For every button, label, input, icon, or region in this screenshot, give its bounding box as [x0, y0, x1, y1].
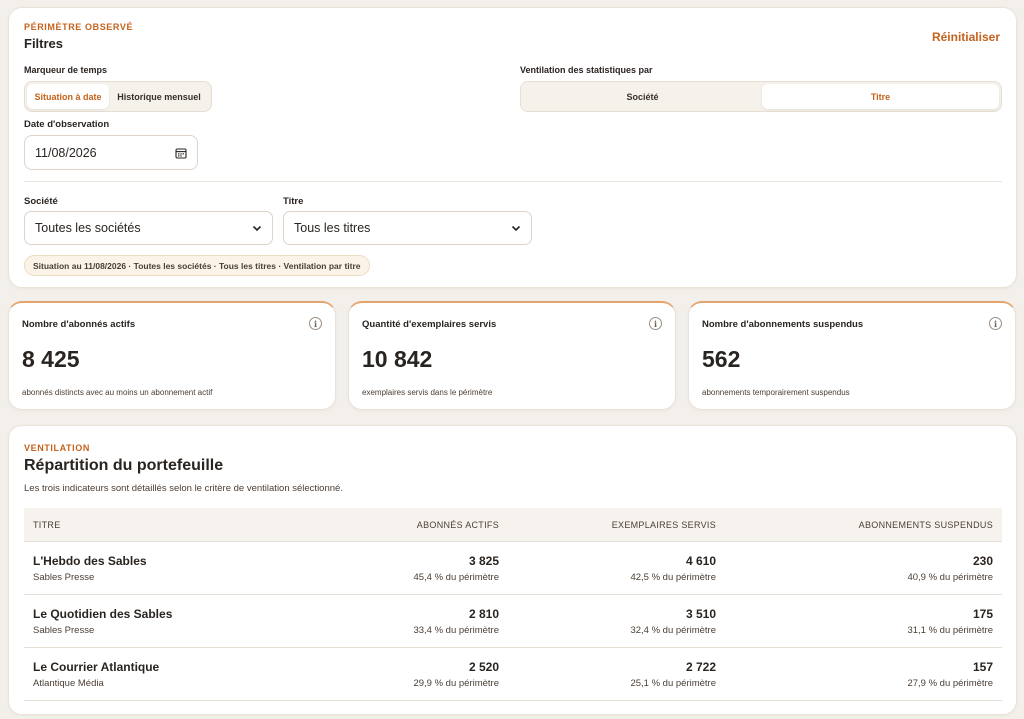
info-icon[interactable]: i [989, 317, 1002, 330]
breakdown-description: Les trois indicateurs sont détaillés sel… [24, 483, 343, 494]
filters-divider [24, 181, 1002, 182]
row-suspended-pct: 27,9 % du périmètre [907, 678, 993, 689]
kpi-subtitle: abonnements temporairement suspendus [702, 388, 850, 397]
row-suspended-value: 175 [972, 607, 993, 621]
row-suspended-value: 230 [972, 554, 993, 568]
kpi-subtitle: exemplaires servis dans le périmètre [362, 388, 493, 397]
time-marker-label: Marqueur de temps [24, 65, 108, 75]
breakdown-card: VENTILATION Répartition du portefeuille … [8, 425, 1017, 715]
column-header-copies[interactable]: EXEMPLAIRES SERVIS [612, 520, 716, 530]
table-row[interactable]: L'Hebdo des Sables Sables Presse 3 825 4… [24, 542, 1002, 595]
row-copies-pct: 42,5 % du périmètre [630, 572, 716, 583]
filters-title: Filtres [24, 36, 64, 51]
title-filter-select-value: Tous les titres [294, 221, 371, 235]
row-title-name: Le Quotidien des Sables [33, 607, 173, 621]
column-header-suspended[interactable]: ABONNEMENTS SUSPENDUS [859, 520, 993, 530]
kpi-card-suspended-subscriptions: Nombre d'abonnements suspendus i 562 abo… [688, 301, 1016, 410]
info-icon[interactable]: i [649, 317, 662, 330]
row-company: Atlantique Média [33, 678, 104, 689]
kpi-subtitle: abonnés distincts avec au moins un abonn… [22, 388, 213, 397]
observation-date-input[interactable]: 11/08/2026 [24, 135, 198, 170]
table-header: TITRE ABONNÉS ACTIFS EXEMPLAIRES SERVIS … [24, 508, 1002, 542]
title-filter-select[interactable]: Tous les titres [283, 211, 532, 245]
title-filter-label: Titre [283, 196, 304, 207]
breakdown-option-title[interactable]: Titre [762, 84, 999, 109]
breakdown-title: Répartition du portefeuille [24, 457, 224, 474]
filters-eyebrow: PÉRIMÈTRE OBSERVÉ [24, 22, 134, 32]
kpi-title: Quantité d'exemplaires servis [362, 319, 497, 330]
row-suspended-value: 157 [972, 660, 993, 674]
row-company: Sables Presse [33, 572, 95, 583]
row-company: Sables Presse [33, 625, 95, 636]
kpi-card-copies-served: Quantité d'exemplaires servis i 10 842 e… [348, 301, 676, 410]
breakdown-eyebrow: VENTILATION [24, 443, 90, 453]
row-title-name: Le Courrier Atlantique [33, 660, 160, 674]
breakdown-by-label: Ventilation des statistiques par [520, 65, 653, 75]
row-copies-value: 3 510 [685, 607, 716, 621]
row-copies-pct: 25,1 % du périmètre [630, 678, 716, 689]
row-suspended-pct: 31,1 % du périmètre [907, 625, 993, 636]
row-active-value: 3 825 [468, 554, 499, 568]
column-header-active[interactable]: ABONNÉS ACTIFS [417, 520, 499, 530]
row-suspended-pct: 40,9 % du périmètre [907, 572, 993, 583]
kpi-value: 562 [702, 346, 741, 372]
column-header-title[interactable]: TITRE [33, 520, 61, 530]
kpi-title: Nombre d'abonnements suspendus [702, 319, 864, 330]
kpi-value: 10 842 [362, 346, 433, 372]
time-marker-toggle: Situation à date Historique mensuel [24, 81, 212, 112]
company-label: Société [24, 196, 58, 207]
info-icon[interactable]: i [309, 317, 322, 330]
calendar-icon[interactable] [175, 147, 187, 159]
row-title-name: L'Hebdo des Sables [33, 554, 147, 568]
company-select[interactable]: Toutes les sociétés [24, 211, 273, 245]
row-copies-value: 2 722 [685, 660, 716, 674]
row-active-pct: 29,9 % du périmètre [413, 678, 499, 689]
time-marker-option-history[interactable]: Historique mensuel [109, 84, 209, 109]
chevron-down-icon [252, 225, 262, 232]
observation-date-value: 11/08/2026 [35, 145, 97, 160]
table-row[interactable]: Le Quotidien des Sables Sables Presse 2 … [24, 595, 1002, 648]
chevron-down-icon [511, 225, 521, 232]
kpi-card-active-subscribers: Nombre d'abonnés actifs i 8 425 abonnés … [8, 301, 336, 410]
kpi-title: Nombre d'abonnés actifs [22, 319, 136, 330]
table-row[interactable]: Le Courrier Atlantique Atlantique Média … [24, 648, 1002, 701]
filter-summary-badge: Situation au 11/08/2026 · Toutes les soc… [24, 255, 370, 276]
row-active-pct: 45,4 % du périmètre [413, 572, 499, 583]
breakdown-by-toggle: Société Titre [520, 81, 1002, 112]
row-active-value: 2 810 [468, 607, 499, 621]
reset-button[interactable]: Réinitialiser [932, 30, 1000, 44]
breakdown-option-company[interactable]: Société [523, 84, 762, 109]
row-copies-value: 4 610 [685, 554, 716, 568]
row-copies-pct: 32,4 % du périmètre [630, 625, 716, 636]
kpi-value: 8 425 [22, 346, 80, 372]
row-active-value: 2 520 [468, 660, 499, 674]
filters-card: PÉRIMÈTRE OBSERVÉ Filtres Réinitialiser … [8, 7, 1017, 288]
row-active-pct: 33,4 % du périmètre [413, 625, 499, 636]
time-marker-option-situation[interactable]: Situation à date [27, 84, 109, 109]
observation-date-label: Date d'observation [24, 119, 110, 130]
company-select-value: Toutes les sociétés [35, 221, 141, 235]
